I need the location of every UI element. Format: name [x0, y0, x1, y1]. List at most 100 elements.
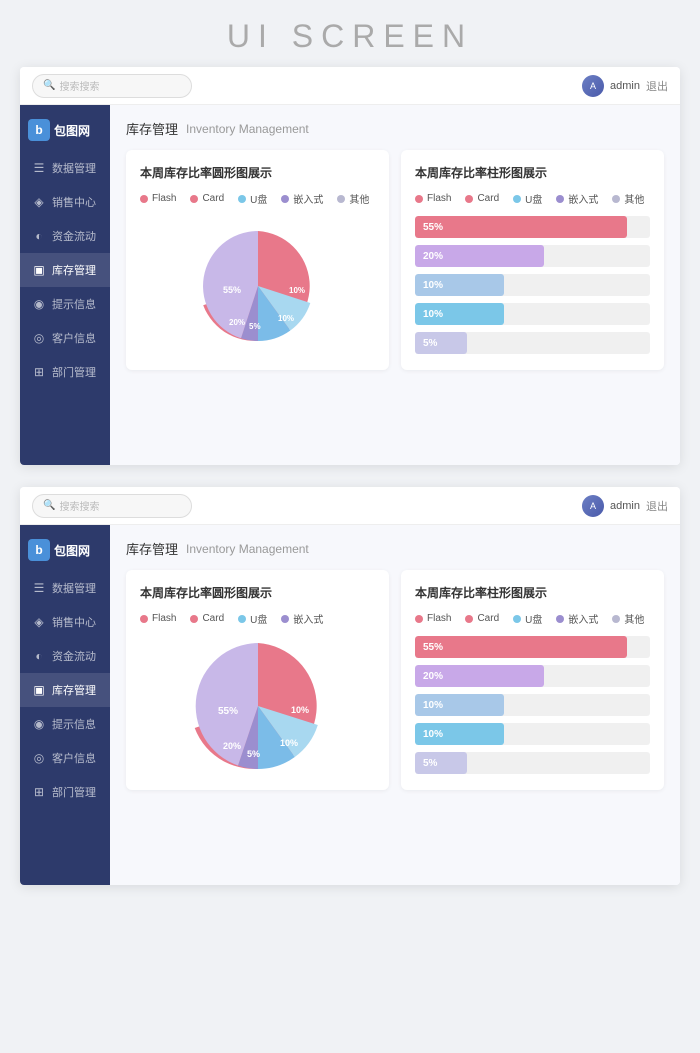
legend-embedded-1: 嵌入式: [281, 191, 323, 206]
logo-icon-2: b: [28, 539, 50, 561]
finance-label-1: 资金流动: [52, 228, 96, 244]
bar-fill-3: 10%: [415, 274, 504, 296]
legend-label-other-1: 其他: [349, 191, 369, 206]
sales-icon-1: ◈: [32, 195, 46, 209]
bar-dot-other-2: [612, 615, 620, 623]
bar-fill-2-1: 55%: [415, 636, 627, 658]
notice-label-1: 提示信息: [52, 296, 96, 312]
pie-card-title-1: 本周库存比率圆形图展示: [140, 164, 375, 181]
legend-dot-udisk-2: [238, 615, 246, 623]
data-mgmt-label-2: 数据管理: [52, 580, 96, 596]
legend-label-flash-1: Flash: [152, 193, 176, 204]
sidebar-item-dept-2[interactable]: ⊞ 部门管理: [20, 775, 110, 809]
bar-label-flash-1: Flash: [427, 193, 451, 204]
bar-fill-4: 10%: [415, 303, 504, 325]
search-placeholder-2: 搜索搜索: [59, 498, 99, 513]
user-info-1: A admin 退出: [582, 75, 668, 97]
legend-dot-embedded-1: [281, 195, 289, 203]
topbar-1: 🔍 搜索搜索 A admin 退出: [20, 67, 680, 105]
legend-card-1: Card: [190, 191, 224, 206]
cards-row-1: 本周库存比率圆形图展示 Flash Card U盘: [126, 150, 664, 370]
logout-btn-2[interactable]: 退出: [646, 498, 668, 514]
bar-track-4: 10%: [415, 303, 650, 325]
sidebar-2: b 包图网 ☰ 数据管理 ◈ 销售中心 ◐ 资金流动 ▣ 库存管理 ◉ 提示信息: [20, 525, 110, 885]
bar-track-5: 5%: [415, 332, 650, 354]
pie-legend-1: Flash Card U盘 嵌入式: [140, 191, 375, 206]
sidebar-item-inventory-1[interactable]: ▣ 库存管理: [20, 253, 110, 287]
bar-dot-udisk-2: [513, 615, 521, 623]
legend-embedded-2: 嵌入式: [281, 611, 323, 626]
legend-label-flash-2: Flash: [152, 613, 176, 624]
inventory-icon-1: ▣: [32, 263, 46, 277]
bar-row-2-3: 10%: [415, 694, 650, 716]
cards-row-2: 本周库存比率圆形图展示 Flash Card U盘: [126, 570, 664, 790]
legend-label-card-2: Card: [202, 613, 224, 624]
bar-fill-5: 5%: [415, 332, 467, 354]
legend-dot-card-1: [190, 195, 198, 203]
dept-icon-1: ⊞: [32, 365, 46, 379]
bar-fill-2-2: 20%: [415, 665, 544, 687]
search-icon: 🔍: [43, 80, 55, 91]
legend-flash-1: Flash: [140, 191, 176, 206]
bar-legend-other-1: 其他: [612, 191, 644, 206]
sidebar-item-sales-2[interactable]: ◈ 销售中心: [20, 605, 110, 639]
svg-text:20%: 20%: [229, 318, 245, 327]
finance-icon-1: ◐: [32, 229, 46, 243]
bar-dot-embedded-2: [556, 615, 564, 623]
bar-fill-2-3: 10%: [415, 694, 504, 716]
legend-dot-udisk-1: [238, 195, 246, 203]
legend-dot-other-1: [337, 195, 345, 203]
sidebar-item-notice-1[interactable]: ◉ 提示信息: [20, 287, 110, 321]
sidebar-item-customer-2[interactable]: ◎ 客户信息: [20, 741, 110, 775]
sidebar-item-finance-2[interactable]: ◐ 资金流动: [20, 639, 110, 673]
screen-body-2: b 包图网 ☰ 数据管理 ◈ 销售中心 ◐ 资金流动 ▣ 库存管理 ◉ 提示信息: [20, 525, 680, 885]
avatar-2: A: [582, 495, 604, 517]
bar-legend-flash-1: Flash: [415, 191, 451, 206]
svg-text:55%: 55%: [223, 285, 241, 295]
main-content-1: 库存管理 Inventory Management 本周库存比率圆形图展示 Fl…: [110, 105, 680, 465]
bar-fill-2-4: 10%: [415, 723, 504, 745]
logout-btn-1[interactable]: 退出: [646, 78, 668, 94]
notice-label-2: 提示信息: [52, 716, 96, 732]
dept-label-2: 部门管理: [52, 784, 96, 800]
pie-card-title-2: 本周库存比率圆形图展示: [140, 584, 375, 601]
svg-text:10%: 10%: [278, 314, 294, 323]
bar-row-1: 55%: [415, 216, 650, 238]
legend-dot-embedded-2: [281, 615, 289, 623]
pie-card-1: 本周库存比率圆形图展示 Flash Card U盘: [126, 150, 389, 370]
sidebar-item-data-mgmt-1[interactable]: ☰ 数据管理: [20, 151, 110, 185]
breadcrumb-2: 库存管理 Inventory Management: [126, 539, 664, 558]
legend-dot-flash-2: [140, 615, 148, 623]
data-mgmt-icon-2: ☰: [32, 581, 46, 595]
bar-row-3: 10%: [415, 274, 650, 296]
sidebar-item-notice-2[interactable]: ◉ 提示信息: [20, 707, 110, 741]
sidebar-1: b 包图网 ☰ 数据管理 ◈ 销售中心 ◐ 资金流动 ▣ 库存管理 ◉ 提示信息: [20, 105, 110, 465]
username-2: admin: [610, 500, 640, 512]
bar-card-title-1: 本周库存比率柱形图展示: [415, 164, 650, 181]
bar-row-2-2: 20%: [415, 665, 650, 687]
sidebar-item-finance-1[interactable]: ◐ 资金流动: [20, 219, 110, 253]
sidebar-item-customer-1[interactable]: ◎ 客户信息: [20, 321, 110, 355]
sidebar-logo-1: b 包图网: [20, 113, 110, 151]
sidebar-item-sales-1[interactable]: ◈ 销售中心: [20, 185, 110, 219]
bar-card-2: 本周库存比率柱形图展示 Flash Card U盘: [401, 570, 664, 790]
pie-chart-visual-1: 55% 10% 10% 5% 20%: [140, 216, 375, 356]
bar-label-udisk-2: U盘: [525, 611, 542, 626]
search-bar-1[interactable]: 🔍 搜索搜索: [32, 74, 192, 98]
svg-text:10%: 10%: [291, 705, 309, 715]
sidebar-item-data-mgmt-2[interactable]: ☰ 数据管理: [20, 571, 110, 605]
svg-text:10%: 10%: [289, 286, 305, 295]
username-1: admin: [610, 80, 640, 92]
bar-track-2: 20%: [415, 245, 650, 267]
search-bar-2[interactable]: 🔍 搜索搜索: [32, 494, 192, 518]
bar-legend-card-1: Card: [465, 191, 499, 206]
sales-icon-2: ◈: [32, 615, 46, 629]
svg-text:20%: 20%: [223, 741, 241, 751]
sidebar-item-inventory-2[interactable]: ▣ 库存管理: [20, 673, 110, 707]
bar-dot-flash-2: [415, 615, 423, 623]
sidebar-item-dept-1[interactable]: ⊞ 部门管理: [20, 355, 110, 389]
bar-fill-2: 20%: [415, 245, 544, 267]
breadcrumb-sub-1: Inventory Management: [186, 122, 309, 136]
finance-label-2: 资金流动: [52, 648, 96, 664]
user-info-2: A admin 退出: [582, 495, 668, 517]
